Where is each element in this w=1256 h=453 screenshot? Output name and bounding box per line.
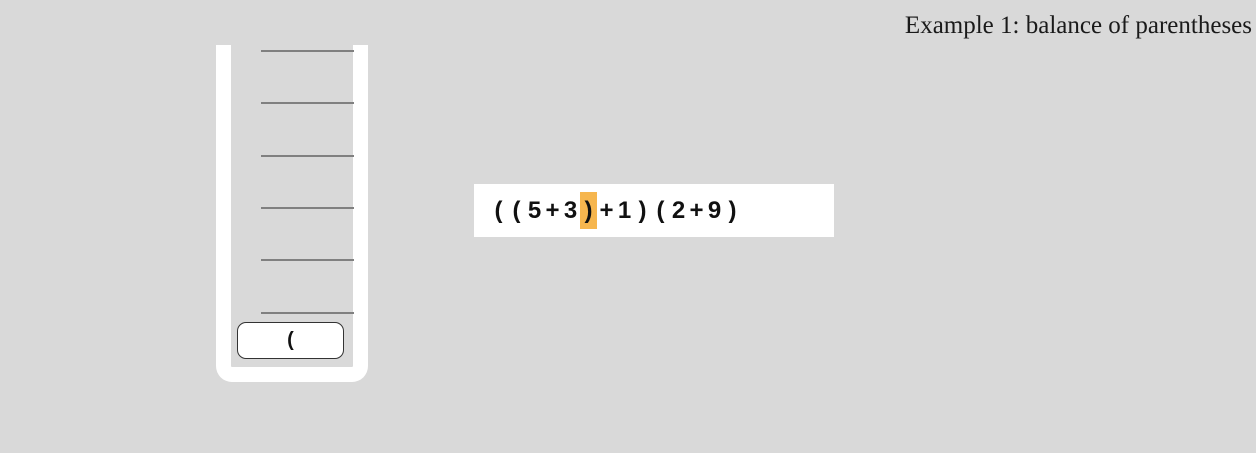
stack-item: (	[237, 322, 344, 359]
expression-token: +	[545, 197, 560, 224]
diagram-title: Example 1: balance of parentheses	[904, 12, 1252, 39]
expression-token-current: )	[580, 192, 597, 229]
expression-token: 2	[671, 197, 686, 224]
expression-token: +	[689, 197, 704, 224]
stack-slot-line	[261, 207, 354, 209]
expression-token: 5	[527, 197, 542, 224]
expression-box: ((5 +3) +1)(2 +9)	[474, 184, 834, 237]
expression-token: +	[599, 197, 614, 224]
stack-slot-line	[261, 102, 354, 104]
expression-token: (	[656, 197, 665, 224]
stack-slot-line	[261, 50, 354, 52]
expression-token: 9	[707, 197, 722, 224]
stack-slot-line	[261, 259, 354, 261]
expression-token: 3	[563, 197, 578, 224]
expression-token: )	[638, 197, 647, 224]
expression-token: )	[728, 197, 737, 224]
expression-token: (	[512, 197, 521, 224]
expression-token: 1	[617, 197, 632, 224]
expression-token: (	[494, 197, 503, 224]
stack-slot-line	[261, 155, 354, 157]
stack-slot-line	[261, 312, 354, 314]
stack-container: (	[216, 45, 368, 382]
